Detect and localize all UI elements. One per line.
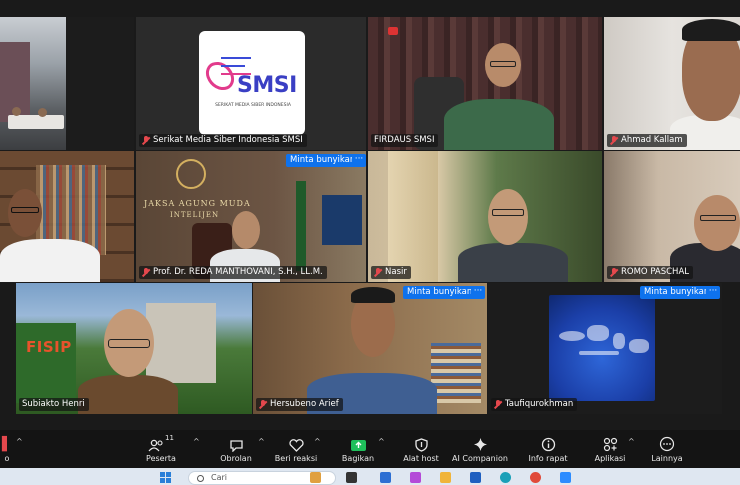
mic-muted-icon: [610, 268, 618, 277]
video-tile-romo[interactable]: ROMO PASCHAL: [604, 151, 740, 282]
more-button[interactable]: Lainnya: [648, 430, 686, 468]
video-tile-taufiq[interactable]: Minta bunyikan ··· Taufiqurokhman: [488, 283, 722, 414]
chevron-up-icon[interactable]: ^: [378, 437, 385, 446]
smsi-logo-text: SMSI: [237, 73, 297, 98]
indonesia-map-image: [549, 295, 655, 401]
share-button[interactable]: Bagikan: [338, 430, 378, 468]
shield-icon: [414, 430, 428, 452]
video-tile-subiakto[interactable]: FISIP Subiakto Henri: [16, 283, 252, 414]
name-tag: Nasir: [371, 266, 411, 279]
mic-muted-icon: [259, 400, 267, 409]
name-tag: Serikat Media Siber Indonesia SMSI: [139, 134, 307, 147]
app-icon-zoom[interactable]: [560, 472, 571, 483]
apps-button[interactable]: Aplikasi: [590, 430, 630, 468]
toolbar-partial-item[interactable]: ▌ o: [0, 430, 14, 468]
video-tile-hersubeno[interactable]: Minta bunyikan ··· Hersubeno Arief: [253, 283, 487, 414]
mic-muted-icon: [374, 268, 382, 277]
share-screen-icon: [350, 430, 367, 452]
video-tile-library[interactable]: [0, 151, 134, 282]
video-tile-ahmad[interactable]: Ahmad Kallam: [604, 17, 740, 150]
meeting-toolbar: ▌ o ^ 11 Peserta ^ Obrolan ^ Beri reaksi…: [0, 430, 740, 468]
name-tag: Prof. Dr. REDA MANTHOVANI, S.H., LL.M.: [139, 266, 327, 279]
chat-icon: [229, 430, 244, 452]
participants-button[interactable]: 11 Peserta: [140, 430, 182, 468]
video-tile-nasir[interactable]: Nasir: [368, 151, 602, 282]
mic-muted-icon: [610, 136, 618, 145]
video-tile-firdaus[interactable]: FIRDAUS SMSI: [368, 17, 602, 150]
more-options-button[interactable]: ···: [706, 286, 720, 299]
chevron-up-icon[interactable]: ^: [16, 437, 23, 446]
app-icon-copilot[interactable]: [410, 472, 421, 483]
more-options-button[interactable]: ···: [471, 286, 485, 299]
chevron-up-icon[interactable]: ^: [258, 437, 265, 446]
host-tools-button[interactable]: Alat host: [400, 430, 442, 468]
chevron-up-icon[interactable]: ^: [193, 437, 200, 446]
os-taskbar: Cari: [0, 468, 740, 485]
wall-text-1: JAKSA AGUNG MUDA: [144, 199, 251, 208]
app-icon-word[interactable]: [470, 472, 481, 483]
video-tile-smsi[interactable]: SMSI SERIKAT MEDIA SIBER INDONESIA Serik…: [136, 17, 366, 150]
mic-muted-icon: [142, 136, 150, 145]
ai-companion-button[interactable]: AI Companion: [452, 430, 508, 468]
app-icon-files[interactable]: [440, 472, 451, 483]
more-horizontal-icon: [659, 430, 675, 452]
smsi-logo-subtitle: SERIKAT MEDIA SIBER INDONESIA: [215, 103, 291, 108]
name-tag: Ahmad Kallam: [607, 134, 687, 147]
heart-icon: [288, 430, 304, 452]
app-icon-store[interactable]: [380, 472, 391, 483]
ask-unmute-button[interactable]: Minta bunyikan: [403, 286, 477, 299]
video-tile-room[interactable]: [0, 17, 134, 150]
ask-unmute-button[interactable]: Minta bunyikan: [640, 286, 714, 299]
chevron-up-icon[interactable]: ^: [314, 437, 321, 446]
wall-emblem-icon: [176, 159, 206, 189]
more-options-button[interactable]: ···: [352, 154, 366, 167]
video-tile-reda[interactable]: JAKSA AGUNG MUDA INTELIJEN Minta bunyika…: [136, 151, 366, 282]
meeting-info-button[interactable]: Info rapat: [526, 430, 570, 468]
mic-muted-icon: [494, 400, 502, 409]
app-icon-terminal[interactable]: [346, 472, 357, 483]
name-tag: Taufiqurokhman: [491, 398, 578, 411]
video-gallery: SMSI SERIKAT MEDIA SIBER INDONESIA Serik…: [0, 0, 740, 430]
name-tag: FIRDAUS SMSI: [371, 134, 439, 147]
reactions-button[interactable]: Beri reaksi: [274, 430, 318, 468]
mic-muted-icon: ▌: [2, 437, 12, 452]
smsi-logo: SMSI SERIKAT MEDIA SIBER INDONESIA: [199, 31, 305, 135]
search-icon: [197, 475, 204, 482]
app-icon-widget[interactable]: [310, 472, 321, 483]
mic-muted-icon: [142, 268, 150, 277]
app-icon-chrome[interactable]: [530, 472, 541, 483]
windows-start-icon[interactable]: [160, 472, 171, 483]
participants-count: 11: [165, 434, 174, 442]
name-tag: Subiakto Henri: [19, 398, 89, 411]
app-icon-edge[interactable]: [500, 472, 511, 483]
chat-button[interactable]: Obrolan: [216, 430, 256, 468]
name-tag: Hersubeno Arief: [256, 398, 343, 411]
info-icon: [541, 430, 556, 452]
ask-unmute-button[interactable]: Minta bunyikan: [286, 154, 360, 167]
sparkle-icon: [473, 430, 488, 452]
apps-icon: [603, 430, 618, 452]
fisip-sign: FISIP: [26, 338, 72, 356]
wall-text-2: INTELIJEN: [170, 211, 220, 219]
participants-icon: 11: [148, 430, 174, 452]
name-tag: ROMO PASCHAL: [607, 266, 693, 279]
chevron-up-icon[interactable]: ^: [628, 437, 635, 446]
